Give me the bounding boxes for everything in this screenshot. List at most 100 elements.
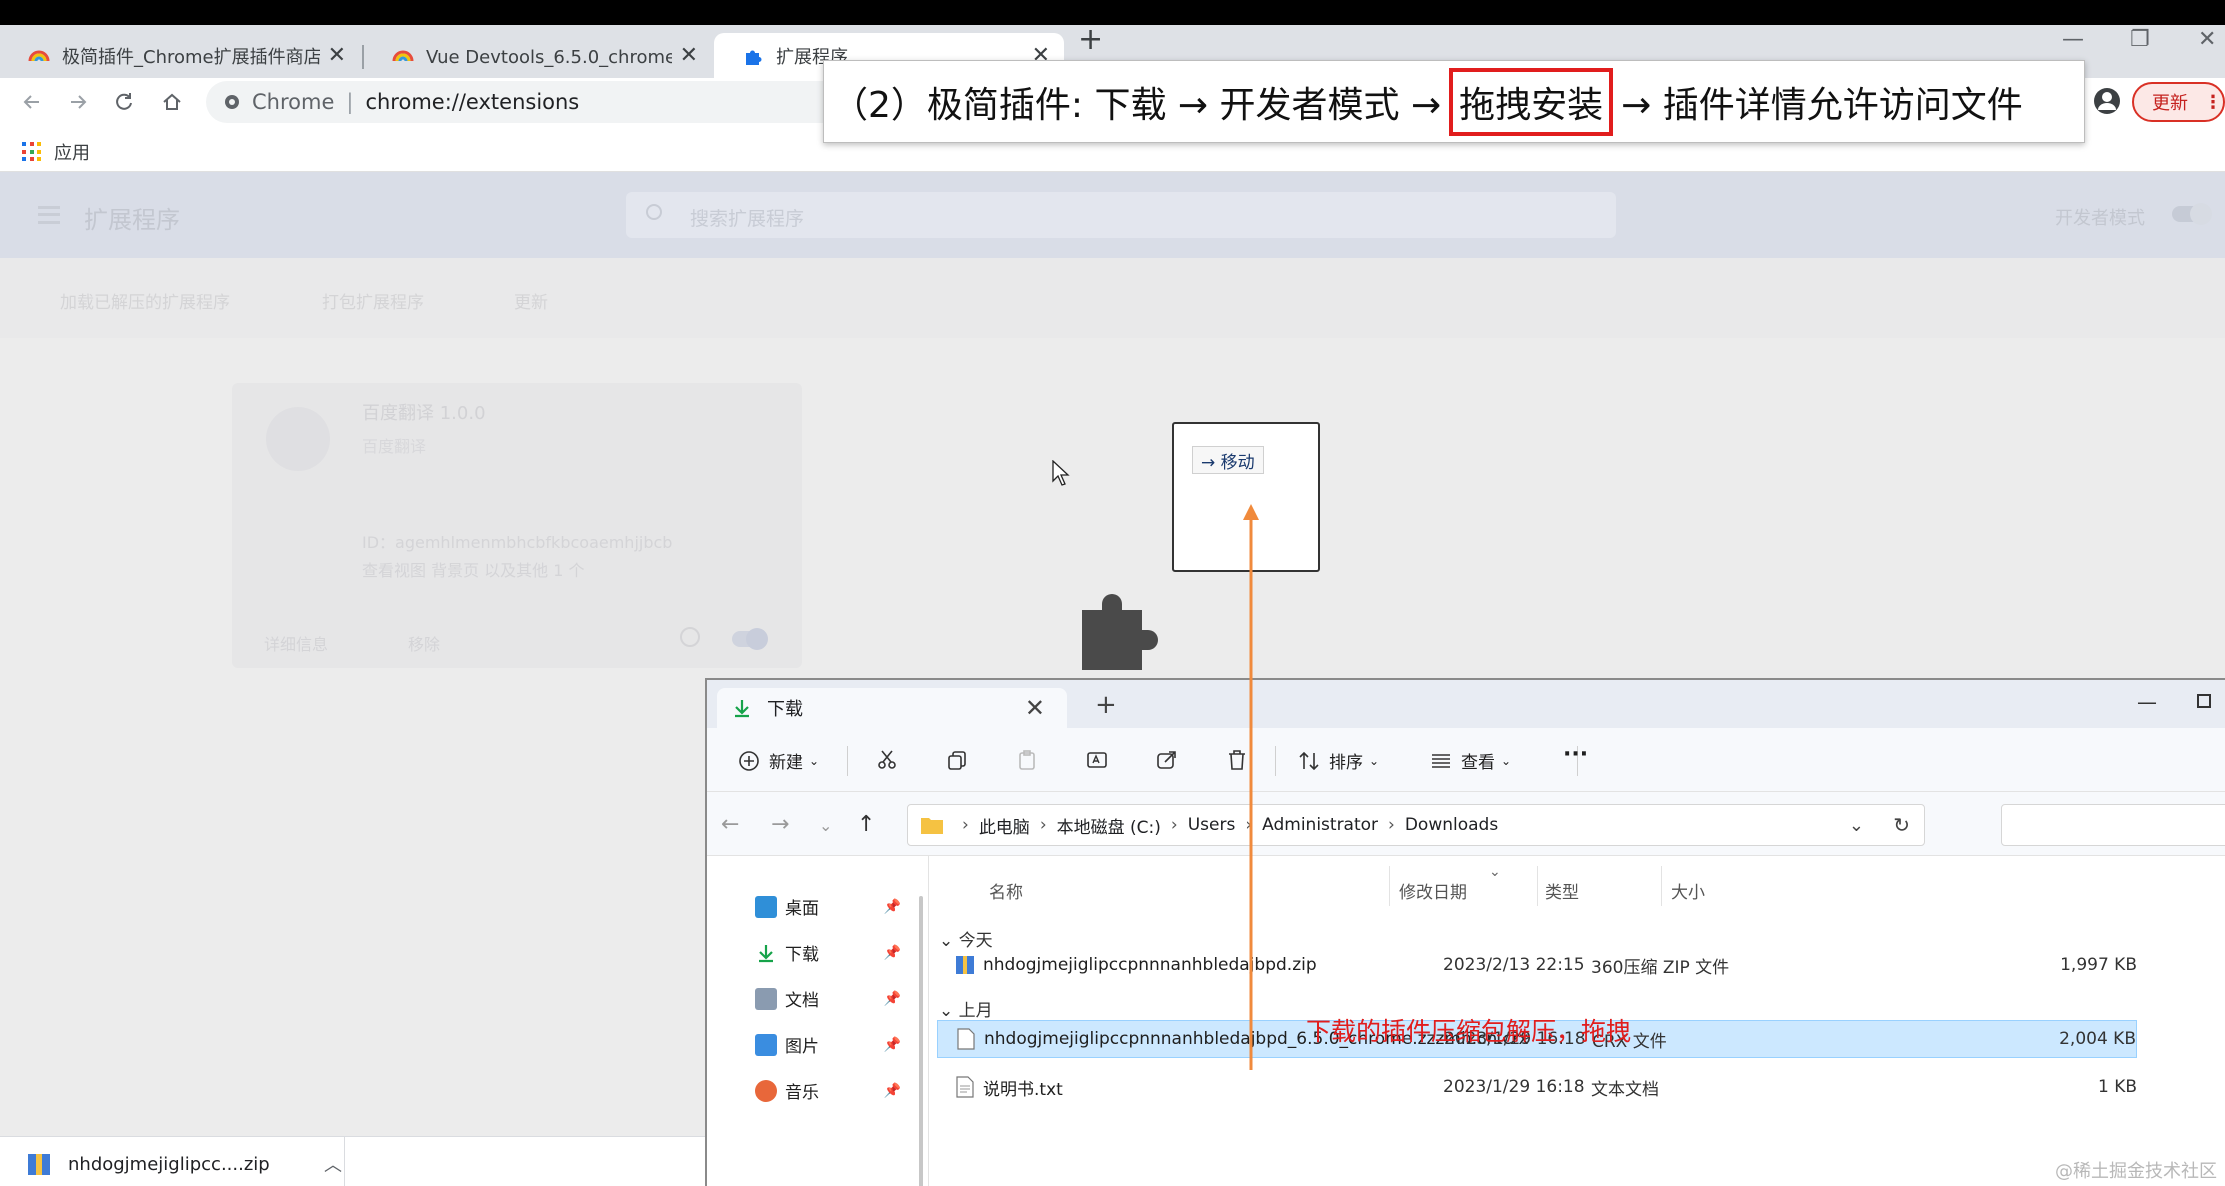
extensions-search-input[interactable]: 搜索扩展程序 <box>626 192 1616 238</box>
update-extensions-button[interactable]: 更新 <box>514 288 548 313</box>
minimize-icon[interactable]: — <box>2137 690 2157 714</box>
maximize-icon[interactable] <box>2197 694 2211 708</box>
update-button[interactable]: 更新 ⋮ <box>2132 82 2225 122</box>
developer-mode-toggle[interactable] <box>2172 203 2212 225</box>
copy-icon[interactable] <box>945 748 969 772</box>
apps-shortcut[interactable]: 应用 <box>22 139 90 165</box>
home-button[interactable] <box>152 82 192 122</box>
recent-locations-icon[interactable]: ⌄ <box>819 816 832 835</box>
download-item[interactable]: nhdogjmejiglipcc....zip ︿ <box>26 1145 342 1183</box>
extension-card: 百度翻译 1.0.0 百度翻译 ID：agemhlmenmbhcbfkbcoae… <box>232 383 802 668</box>
pack-extension-button[interactable]: 打包扩展程序 <box>322 288 424 313</box>
new-tab-button[interactable]: + <box>1078 25 1103 55</box>
download-icon <box>735 700 749 718</box>
nav-item-desktop[interactable]: 桌面 📌 <box>755 894 915 919</box>
command-bar: 新建 ⌄ 排序 ⌄ 查看 ⌄ ··· <box>707 728 2225 792</box>
minimize-icon[interactable]: — <box>2062 27 2084 52</box>
view-button[interactable]: 查看 ⌄ <box>1429 748 1511 773</box>
column-divider <box>1389 866 1390 906</box>
column-header-name[interactable]: 名称 <box>989 878 1023 903</box>
chevron-right-icon: › <box>1170 815 1178 835</box>
hamburger-menu-icon[interactable] <box>38 206 60 224</box>
apps-grid-icon <box>22 142 42 162</box>
top-black-strip <box>0 0 2225 25</box>
table-row[interactable]: 说明书.txt 2023/1/29 16:18 文本文档 1 KB <box>937 1068 2137 1106</box>
column-header-size[interactable]: 大小 <box>1671 878 1705 903</box>
breadcrumb[interactable]: › 此电脑 › 本地磁盘 (C:) › Users › Administrato… <box>907 804 1925 846</box>
documents-icon <box>755 987 777 1010</box>
chevron-down-icon: ⌄ <box>1501 753 1512 768</box>
share-icon[interactable] <box>1155 748 1179 772</box>
reload-icon[interactable] <box>680 627 700 647</box>
nav-item-pictures[interactable]: 图片 📌 <box>755 1032 915 1057</box>
breadcrumb-item[interactable]: Administrator <box>1262 815 1378 835</box>
puzzle-drop-icon <box>1082 594 1158 670</box>
view-list-icon <box>1432 753 1450 768</box>
nav-item-documents[interactable]: 文档 📌 <box>755 986 915 1011</box>
profile-avatar-icon[interactable] <box>2092 86 2122 116</box>
table-row[interactable]: nhdogjmejiglipccpnnnanhbledajbpd.zip 202… <box>937 946 2137 984</box>
close-window-icon[interactable]: ✕ <box>2198 27 2216 52</box>
column-header-date[interactable]: 修改日期 <box>1399 878 1467 903</box>
new-button[interactable]: 新建 ⌄ <box>737 748 819 773</box>
explorer-search-input[interactable] <box>2001 804 2225 846</box>
forward-arrow-icon[interactable]: → <box>771 812 789 837</box>
details-button[interactable]: 详细信息 <box>264 631 328 655</box>
refresh-icon[interactable]: ↻ <box>1893 813 1910 837</box>
nav-item-music[interactable]: 音乐 📌 <box>755 1078 915 1103</box>
nav-item-label: 文档 <box>785 991 819 1011</box>
paste-icon[interactable] <box>1015 748 1039 772</box>
forward-button[interactable] <box>58 82 98 122</box>
sort-icon <box>1299 751 1319 770</box>
tab-jijian[interactable]: 极简插件_Chrome扩展插件商店 ✕ <box>0 33 360 78</box>
scrollbar[interactable] <box>919 896 923 1186</box>
delete-icon[interactable] <box>1225 748 1249 772</box>
load-unpacked-button[interactable]: 加载已解压的扩展程序 <box>60 288 230 313</box>
explorer-tab-downloads[interactable]: 下载 ✕ <box>717 688 1067 728</box>
nav-item-downloads[interactable]: 下载 📌 <box>755 940 915 965</box>
tab-vue-devtools[interactable]: Vue Devtools_6.5.0_chrome扩展 ✕ <box>364 33 712 78</box>
tab-title: Vue Devtools_6.5.0_chrome扩展 <box>426 46 672 68</box>
search-placeholder: 搜索扩展程序 <box>690 208 805 230</box>
search-icon <box>646 204 662 220</box>
annotation-note: 下载的插件压缩包解压，拖拽 <box>1306 1017 1632 1046</box>
close-icon[interactable]: ✕ <box>1025 694 1045 722</box>
file-size: 2,004 KB <box>2059 1029 2136 1049</box>
breadcrumb-item[interactable]: 本地磁盘 (C:) <box>1057 813 1161 838</box>
more-options-button[interactable]: ··· <box>1563 742 1588 767</box>
folder-icon <box>921 818 943 834</box>
remove-button[interactable]: 移除 <box>408 631 440 655</box>
divider <box>847 746 848 776</box>
column-header-type[interactable]: 类型 <box>1545 878 1579 903</box>
back-button[interactable] <box>12 82 52 122</box>
extension-enable-toggle[interactable] <box>732 628 768 650</box>
rainbow-favicon-icon <box>28 50 50 61</box>
back-arrow-icon[interactable]: ← <box>721 812 739 837</box>
rename-icon[interactable] <box>1085 748 1109 772</box>
reload-button[interactable] <box>104 82 144 122</box>
nav-item-label: 下载 <box>785 945 819 965</box>
music-icon <box>755 1079 777 1102</box>
breadcrumb-item[interactable]: 此电脑 <box>979 813 1030 838</box>
close-icon[interactable]: ✕ <box>680 43 698 68</box>
sort-chevron-icon: ⌄ <box>1489 864 1501 880</box>
mouse-cursor-icon <box>1052 460 1070 486</box>
divider <box>344 1137 345 1186</box>
cut-icon[interactable] <box>875 748 899 772</box>
file-type: 360压缩 ZIP 文件 <box>1591 957 1730 978</box>
close-icon[interactable]: ✕ <box>328 43 346 68</box>
restore-icon[interactable]: ❐ <box>2130 27 2150 52</box>
breadcrumb-item[interactable]: Users <box>1188 815 1236 835</box>
chevron-right-icon: › <box>1245 815 1253 835</box>
chevron-down-icon[interactable]: ⌄ <box>1849 815 1864 836</box>
up-arrow-icon[interactable]: ↑ <box>857 812 875 837</box>
sort-button[interactable]: 排序 ⌄ <box>1297 748 1379 773</box>
move-tooltip: → 移动 <box>1192 446 1264 474</box>
new-tab-button[interactable]: + <box>1095 690 1117 720</box>
apps-label: 应用 <box>54 143 90 164</box>
breadcrumb-item[interactable]: Downloads <box>1405 815 1498 835</box>
chevron-down-icon: ⌄ <box>809 753 820 768</box>
group-header-last-month[interactable]: ⌄ 上月 <box>939 996 993 1021</box>
divider <box>1275 746 1276 776</box>
chevron-up-icon[interactable]: ︿ <box>324 1151 342 1177</box>
